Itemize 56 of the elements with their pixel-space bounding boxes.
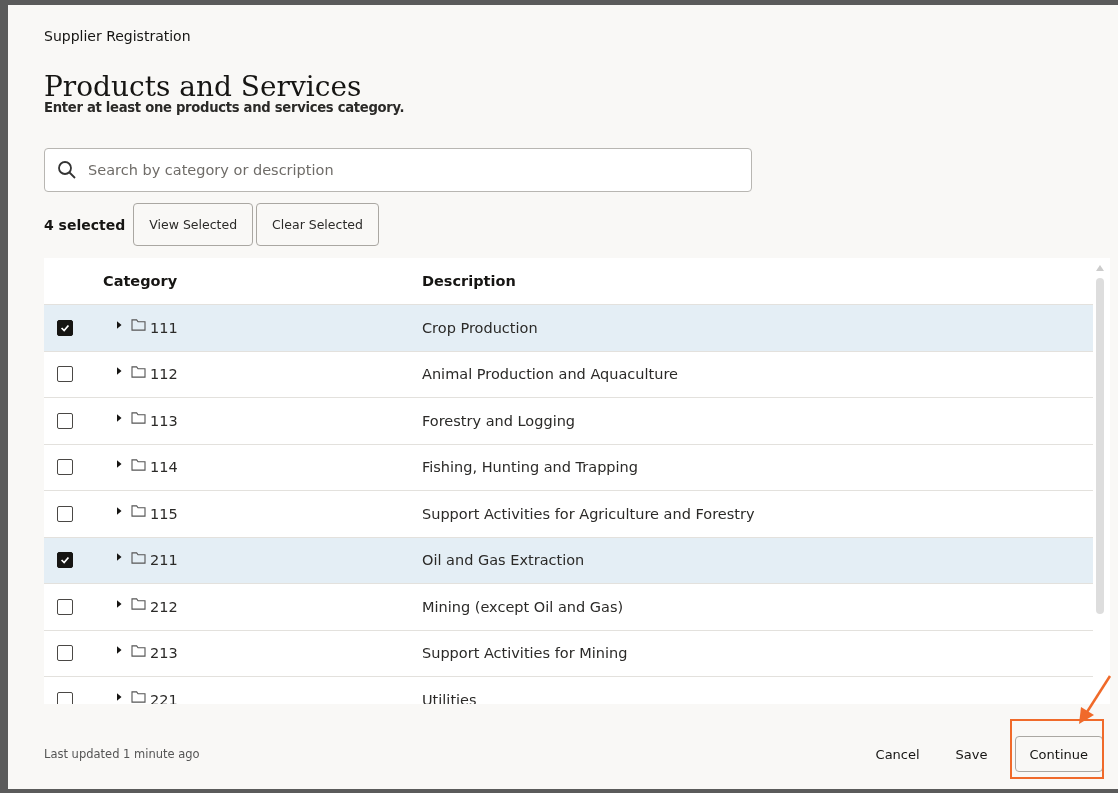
folder-icon <box>131 318 146 332</box>
folder-icon <box>131 457 146 471</box>
category-code: 113 <box>150 412 178 429</box>
category-description: Mining (except Oil and Gas) <box>422 598 624 615</box>
folder-icon <box>131 504 146 518</box>
category-description: Support Activities for Mining <box>422 645 628 662</box>
checkbox[interactable] <box>57 319 73 336</box>
expand-icon[interactable] <box>117 459 123 470</box>
category-code: 213 <box>150 645 178 662</box>
expand-icon[interactable] <box>117 552 123 563</box>
folder-icon <box>131 597 146 611</box>
category-code: 112 <box>150 366 178 383</box>
continue-button[interactable]: Continue <box>1014 736 1103 772</box>
folder-icon <box>131 690 146 704</box>
checkbox[interactable] <box>57 412 73 429</box>
category-description: Fishing, Hunting and Trapping <box>422 459 638 476</box>
expand-icon[interactable] <box>117 691 123 702</box>
search-field[interactable]: Search by category or description <box>44 148 752 192</box>
checkbox[interactable] <box>57 645 73 662</box>
checkbox[interactable] <box>57 459 73 476</box>
category-code: 111 <box>150 319 178 336</box>
column-header[interactable]: Category <box>103 273 178 289</box>
expand-icon[interactable] <box>117 505 123 516</box>
checkbox[interactable] <box>57 691 73 704</box>
checkbox[interactable] <box>57 598 73 615</box>
checkbox[interactable] <box>57 366 73 383</box>
checkbox[interactable] <box>57 505 73 522</box>
selection-button[interactable]: View Selected <box>133 203 254 246</box>
category-description: Oil and Gas Extraction <box>422 552 585 569</box>
category-code: 212 <box>150 598 178 615</box>
folder-icon <box>131 550 146 564</box>
expand-icon[interactable] <box>117 366 123 377</box>
category-code: 114 <box>150 459 178 476</box>
category-description: Support Activities for Agriculture and Forestry <box>422 505 755 522</box>
selected-count: 4 selected <box>44 216 126 233</box>
checkbox[interactable] <box>57 552 73 569</box>
expand-icon[interactable] <box>117 412 123 423</box>
expand-icon[interactable] <box>117 645 123 656</box>
expand-icon[interactable] <box>117 598 123 609</box>
page-breadcrumb: Supplier Registration <box>44 28 192 46</box>
category-code: 115 <box>150 505 178 522</box>
folder-icon <box>131 643 146 657</box>
column-header[interactable]: Description <box>422 273 516 289</box>
last-updated-text: Last updated 1 minute ago <box>44 747 200 761</box>
folder-icon <box>131 364 146 378</box>
category-description: Forestry and Logging <box>422 412 576 429</box>
selection-button[interactable]: Clear Selected <box>256 203 379 246</box>
category-description: Animal Production and Aquaculture <box>422 366 678 383</box>
category-code: 221 <box>150 691 178 704</box>
folder-icon <box>131 411 146 425</box>
category-description: Crop Production <box>422 319 538 336</box>
footer-button[interactable]: Save <box>940 737 1003 771</box>
page-subtitle: Enter at least one products and services category. <box>44 100 406 115</box>
category-code: 211 <box>150 552 178 569</box>
footer-button[interactable]: Cancel <box>860 737 935 771</box>
expand-icon[interactable] <box>117 319 123 330</box>
